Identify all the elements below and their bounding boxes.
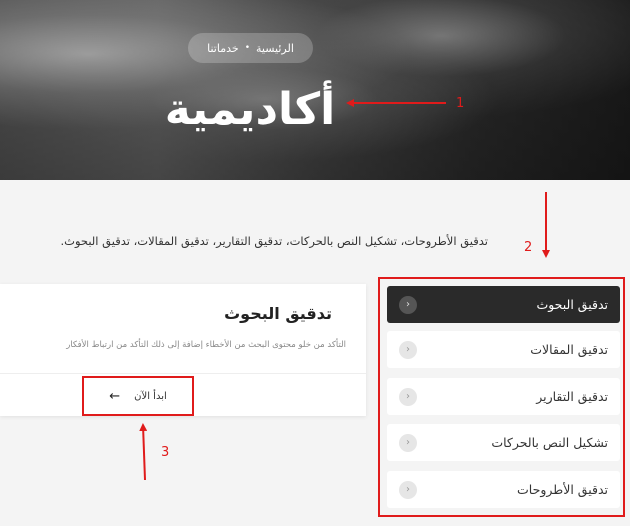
start-now-button[interactable]: ابدأ الآن ← <box>82 376 194 416</box>
nav-item-articles[interactable]: تدقيق المقالات ‹ <box>387 331 620 368</box>
nav-item-label: تشكيل النص بالحركات <box>491 435 608 450</box>
nav-item-label: تدقيق المقالات <box>530 342 608 357</box>
arrow-left-icon: ← <box>109 388 121 404</box>
card-divider <box>0 373 366 374</box>
hero-banner: الرئيسية • خدماتنا أكاديمية <box>0 0 630 180</box>
chevron-left-icon: ‹ <box>399 433 417 452</box>
breadcrumb-separator: • <box>244 43 250 53</box>
nav-item-label: تدقيق البحوث <box>536 297 608 312</box>
nav-item-label: تدقيق التقارير <box>536 389 608 404</box>
annotation-label-3: 3 <box>161 445 170 460</box>
chevron-left-icon: ‹ <box>399 295 417 314</box>
breadcrumb: الرئيسية • خدماتنا <box>188 33 313 63</box>
chevron-left-icon: ‹ <box>399 387 417 406</box>
annotation-arrow-3 <box>139 423 148 481</box>
nav-item-research[interactable]: تدقيق البحوث ‹ <box>387 286 620 323</box>
start-now-label: ابدأ الآن <box>134 390 167 402</box>
card-description: التأكد من خلو محتوى البحث من الأخطاء إضا… <box>66 340 346 350</box>
card-title: تدقيق البحوث <box>224 304 332 323</box>
annotation-label-2: 2 <box>524 240 533 255</box>
chevron-left-icon: ‹ <box>399 480 417 499</box>
page-title: أكاديمية <box>164 84 336 135</box>
chevron-left-icon: ‹ <box>399 340 417 359</box>
nav-item-diacritics[interactable]: تشكيل النص بالحركات ‹ <box>387 424 620 461</box>
nav-item-label: تدقيق الأطروحات <box>517 482 608 497</box>
annotation-label-1: 1 <box>456 96 465 111</box>
breadcrumb-current[interactable]: خدماتنا <box>207 42 239 55</box>
nav-item-theses[interactable]: تدقيق الأطروحات ‹ <box>387 471 620 508</box>
intro-text: تدقيق الأطروحات، تشكيل النص بالحركات، تد… <box>60 234 488 248</box>
breadcrumb-home-link[interactable]: الرئيسية <box>256 42 294 55</box>
nav-item-reports[interactable]: تدقيق التقارير ‹ <box>387 378 620 415</box>
